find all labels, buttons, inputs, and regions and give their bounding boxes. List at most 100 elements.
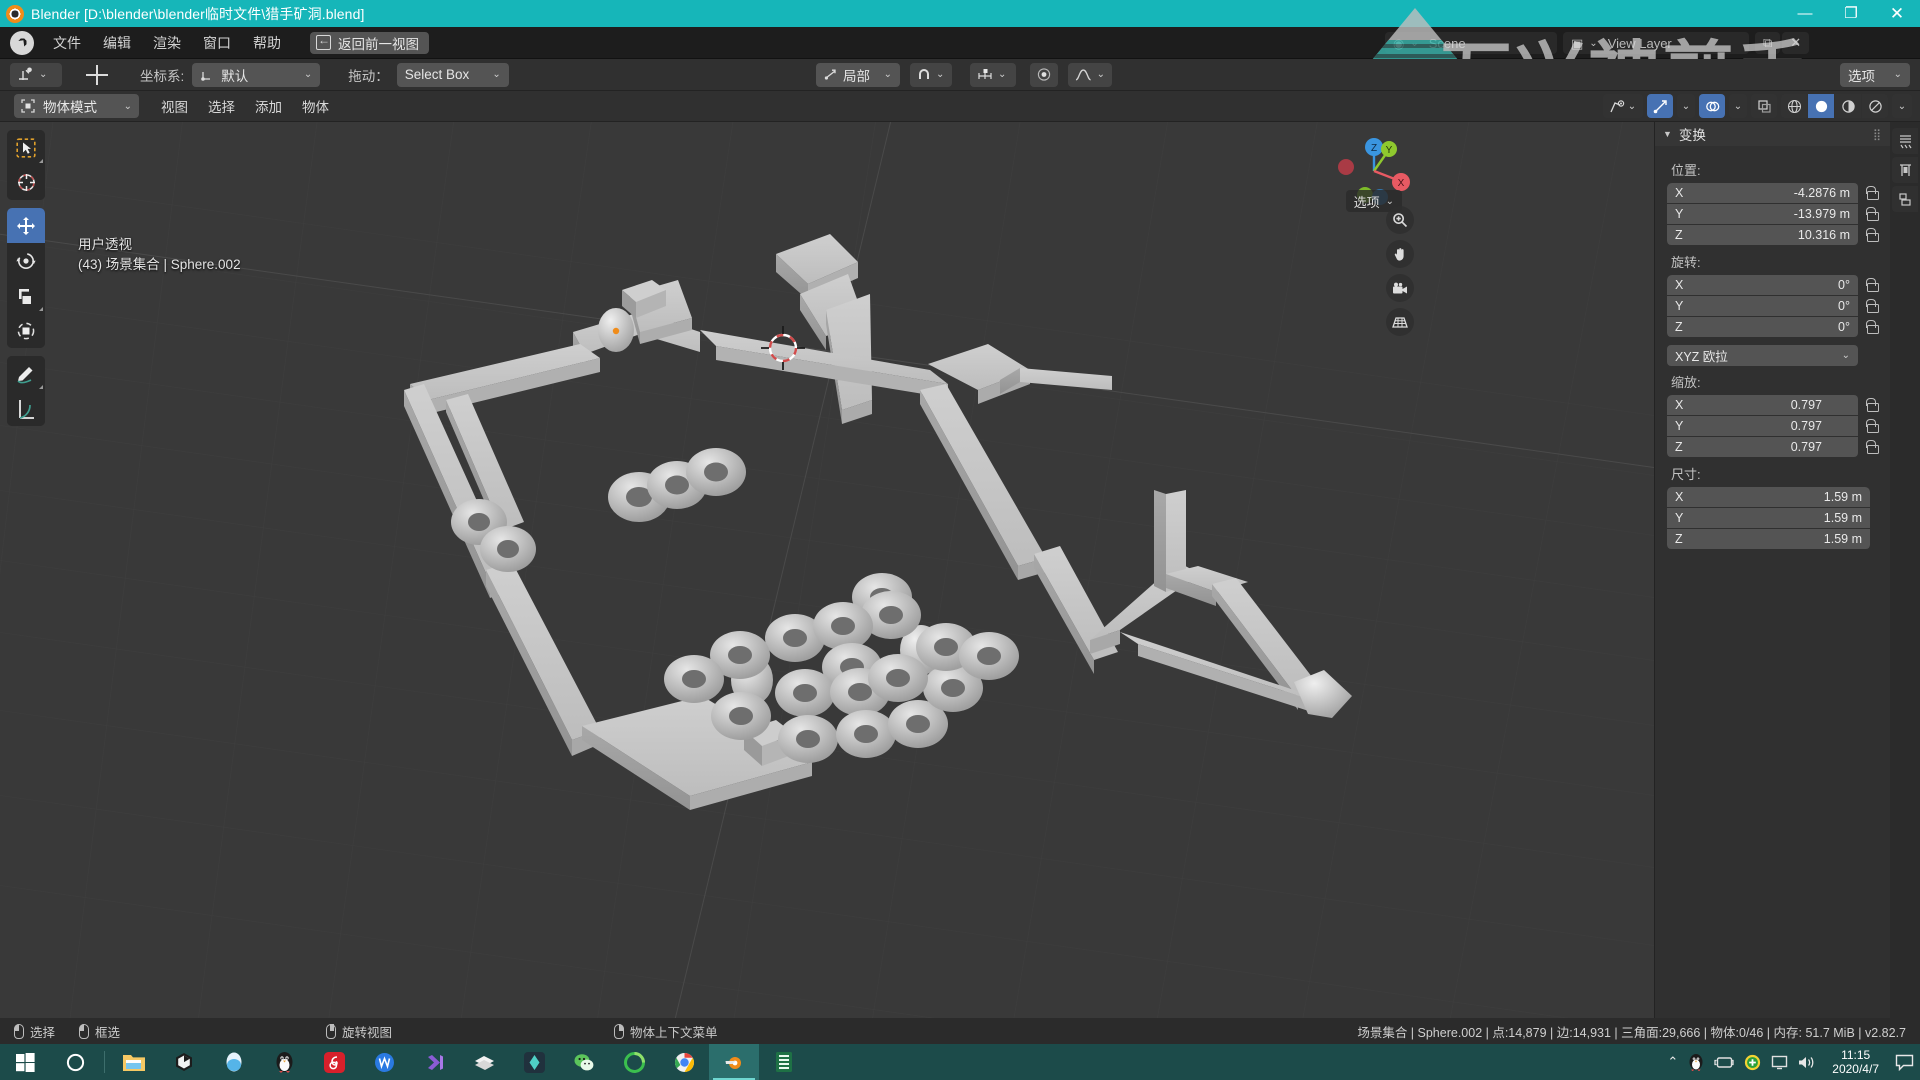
qq-penguin-icon[interactable]	[1688, 1053, 1704, 1071]
file-explorer-icon[interactable]	[109, 1044, 159, 1080]
tool-measure[interactable]	[7, 391, 45, 426]
tool-scale[interactable]	[7, 278, 45, 313]
lock-location-y-icon[interactable]	[1864, 206, 1880, 222]
notification-icon[interactable]	[1895, 1054, 1914, 1071]
overlays-toggle-button[interactable]	[1699, 94, 1725, 118]
lock-scale-z-icon[interactable]	[1864, 439, 1880, 455]
dimensions-x-field[interactable]: X 1.59 m	[1667, 487, 1870, 507]
dimensions-y-field[interactable]: Y 1.59 m	[1667, 508, 1870, 528]
wps-icon[interactable]	[359, 1044, 409, 1080]
camera-view-button[interactable]	[1386, 274, 1414, 302]
location-x-field[interactable]: X -4.2876 m	[1667, 183, 1858, 203]
tool-tweak-select[interactable]	[7, 130, 45, 165]
close-button[interactable]: ✕	[1874, 0, 1920, 27]
panel-header-transform[interactable]: ▼ 变换 ⣿	[1655, 122, 1890, 146]
taskbar-clock[interactable]: 11:15 2020/4/7	[1826, 1048, 1885, 1076]
location-z-field[interactable]: Z 10.316 m	[1667, 225, 1858, 245]
netease-music-icon[interactable]	[309, 1044, 359, 1080]
shading-solid-button[interactable]	[1808, 94, 1834, 118]
minimize-button[interactable]: —	[1782, 0, 1828, 27]
lock-scale-y-icon[interactable]	[1864, 418, 1880, 434]
gizmo-options-button[interactable]: ⌄	[1677, 94, 1695, 118]
dimensions-z-field[interactable]: Z 1.59 m	[1667, 529, 1870, 549]
battery-icon[interactable]	[1714, 1056, 1734, 1069]
shading-options-button[interactable]: ⌄	[1892, 94, 1912, 118]
unity-icon[interactable]	[159, 1044, 209, 1080]
menu-edit[interactable]: 编辑	[92, 30, 142, 56]
viewport-menu-object[interactable]: 物体	[292, 93, 339, 119]
toggle-perspective-button[interactable]	[1386, 308, 1414, 336]
chevron-up-icon[interactable]: ⌃	[1667, 1054, 1678, 1070]
menu-file[interactable]: 文件	[42, 30, 92, 56]
sketchup-icon[interactable]	[459, 1044, 509, 1080]
filmora-icon[interactable]	[509, 1044, 559, 1080]
lock-rotation-z-icon[interactable]	[1864, 319, 1880, 335]
snap-toggle-button[interactable]: ⌄	[910, 62, 952, 87]
pan-button[interactable]	[1386, 240, 1414, 268]
lock-rotation-x-icon[interactable]	[1864, 277, 1880, 293]
scale-z-field[interactable]: Z 0.797	[1667, 437, 1858, 457]
viewport-options-button[interactable]: 选项 ⌄	[1840, 62, 1910, 87]
rotation-y-field[interactable]: Y 0°	[1667, 296, 1858, 316]
scale-x-field[interactable]: X 0.797	[1667, 395, 1858, 415]
security-shield-icon[interactable]	[1744, 1054, 1761, 1071]
back-to-previous-view-button[interactable]: 返回前一视图	[310, 31, 429, 54]
viewport-menu-view[interactable]: 视图	[151, 93, 198, 119]
shading-rendered-button[interactable]	[1862, 94, 1888, 118]
cortana-search-icon[interactable]	[50, 1044, 100, 1080]
panel-drag-handle[interactable]: ⣿	[1873, 128, 1882, 141]
3d-viewport[interactable]: 用户透视 (43) 场景集合 | Sphere.002 Z Y X 选项 ⌄	[0, 122, 1654, 1018]
360-browser-icon[interactable]	[609, 1044, 659, 1080]
tool-rotate[interactable]	[7, 243, 45, 278]
blender-icon[interactable]	[709, 1044, 759, 1080]
zoom-button[interactable]	[1386, 206, 1414, 234]
active-tool-button[interactable]: ⌄	[10, 62, 62, 87]
tool-tab-icon[interactable]	[1892, 128, 1918, 154]
tool-annotate[interactable]	[7, 356, 45, 391]
chrome-icon[interactable]	[659, 1044, 709, 1080]
xray-toggle-button[interactable]	[1751, 94, 1777, 118]
maximize-button[interactable]: ❐	[1828, 0, 1874, 27]
rotation-mode-dropdown[interactable]: XYZ 欧拉 ⌄	[1667, 345, 1858, 366]
cloud-drive-icon[interactable]	[209, 1044, 259, 1080]
shading-wireframe-button[interactable]	[1781, 94, 1807, 118]
render-tab-icon[interactable]	[1892, 157, 1918, 183]
volume-icon[interactable]	[1798, 1055, 1816, 1070]
proportional-edit-toggle[interactable]	[1030, 62, 1058, 87]
lock-rotation-y-icon[interactable]	[1864, 298, 1880, 314]
interaction-mode-dropdown[interactable]: 物体模式 ⌄	[14, 94, 139, 118]
start-windows-icon[interactable]	[0, 1044, 50, 1080]
lock-location-z-icon[interactable]	[1864, 227, 1880, 243]
lock-scale-x-icon[interactable]	[1864, 397, 1880, 413]
rotation-x-field[interactable]: X 0°	[1667, 275, 1858, 295]
tool-transform[interactable]	[7, 313, 45, 348]
excel-icon[interactable]	[759, 1044, 809, 1080]
menu-window[interactable]: 窗口	[192, 30, 242, 56]
overlays-options-button[interactable]: ⌄	[1729, 94, 1747, 118]
location-y-field[interactable]: Y -13.979 m	[1667, 204, 1858, 224]
wechat-icon[interactable]	[559, 1044, 609, 1080]
display-icon[interactable]	[1771, 1055, 1788, 1070]
rotation-z-field[interactable]: Z 0°	[1667, 317, 1858, 337]
snap-settings-button[interactable]: ⌄	[970, 62, 1016, 87]
object-type-visibility-button[interactable]: ⌄	[1603, 94, 1643, 118]
tool-move[interactable]	[7, 208, 45, 243]
orientation-dropdown[interactable]: 默认 ⌄	[192, 62, 321, 87]
viewport-menu-add[interactable]: 添加	[245, 93, 292, 119]
falloff-type-button[interactable]: ⌄	[1068, 62, 1112, 87]
copy-viewlayer-button[interactable]: ⧉	[1755, 32, 1781, 54]
output-tab-icon[interactable]	[1892, 186, 1918, 212]
vscode-icon[interactable]	[409, 1044, 459, 1080]
shading-material-button[interactable]	[1835, 94, 1861, 118]
gizmo-toggle-button[interactable]	[1647, 94, 1673, 118]
viewport-menu-select[interactable]: 选择	[198, 93, 245, 119]
pivot-point-dropdown[interactable]: 局部 ⌄	[816, 62, 900, 87]
viewlayer-selector[interactable]: ▣ ⌄ View Layer	[1563, 32, 1749, 54]
scene-selector[interactable]: ◉ ⌄ Scene	[1385, 32, 1557, 54]
lock-location-x-icon[interactable]	[1864, 185, 1880, 201]
tool-cursor[interactable]	[7, 165, 45, 200]
menu-render[interactable]: 渲染	[142, 30, 192, 56]
blender-logo-icon[interactable]	[10, 30, 34, 55]
remove-viewlayer-button[interactable]: ✕	[1782, 32, 1810, 54]
menu-help[interactable]: 帮助	[242, 30, 292, 56]
